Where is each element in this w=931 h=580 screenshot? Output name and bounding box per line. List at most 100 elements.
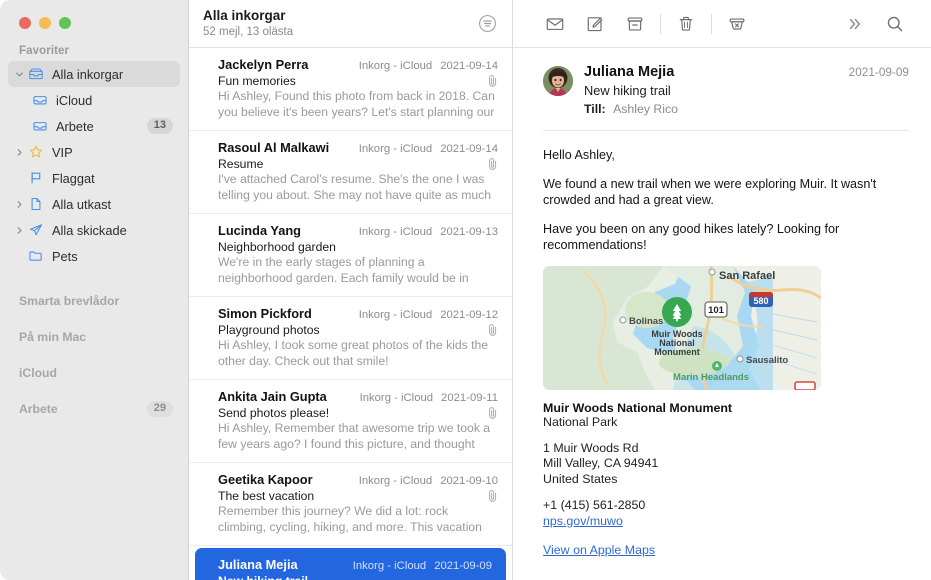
junk-button[interactable] <box>717 9 757 39</box>
attachment-icon <box>487 406 499 420</box>
message-date: 2021-09-09 <box>434 560 492 572</box>
address-line-3: United States <box>543 471 618 486</box>
inbox-icon <box>30 92 50 108</box>
sidebar-item-label: VIP <box>52 144 73 160</box>
sidebar-item-alla-inkorgar[interactable]: Alla inkorgar <box>8 61 180 87</box>
sidebar-group-label: Smarta brevlådor <box>19 293 120 308</box>
message-list-title: Alla inkorgar <box>203 8 286 23</box>
body-paragraph: Have you been on any good hikes lately? … <box>543 221 840 253</box>
map-preview[interactable]: 101 580 San Rafael Bolinas Sausalito Mui… <box>543 265 821 390</box>
chevron-right-icon[interactable] <box>12 226 26 235</box>
close-button[interactable] <box>19 17 31 29</box>
sidebar-group-smarta-brevlador[interactable]: Smarta brevlådor <box>0 287 188 314</box>
compose-button[interactable] <box>575 9 615 39</box>
sidebar-group-pa-min-mac[interactable]: På min Mac <box>0 323 188 350</box>
sidebar-item-pets[interactable]: Pets <box>8 243 180 269</box>
mark-unread-button[interactable] <box>535 9 575 39</box>
message-list-titles: Alla inkorgar 52 mejl, 13 olästa <box>203 7 293 40</box>
message-date: 2021-09-11 <box>441 392 498 404</box>
sidebar-section-favorites: Favoriter <box>19 45 70 57</box>
message-sender: Rasoul Al Malkawi <box>218 140 330 155</box>
minimize-button[interactable] <box>39 17 51 29</box>
message-list-subtitle: 52 mejl, 13 olästa <box>203 26 294 38</box>
message-text: Hello Ashley, We found a new trail when … <box>543 131 909 254</box>
message-meta-row: Jackelyn Perra Inkorg - iCloud 2021-09-1… <box>218 57 498 72</box>
reading-pane: Juliana Mejia 2021-09-09 New hiking trai… <box>513 0 931 580</box>
toolbar <box>513 0 931 48</box>
message-list-item[interactable]: Simon Pickford Inkorg - iCloud 2021-09-1… <box>189 297 512 380</box>
draft-icon <box>26 196 46 212</box>
sidebar-item-alla-utkast[interactable]: Alla utkast <box>8 191 180 217</box>
sidebar-item-alla-skickade[interactable]: Alla skickade <box>8 217 180 243</box>
attachment-icon <box>487 74 499 88</box>
place-phone[interactable]: +1 (415) 561-2850 <box>543 498 909 514</box>
place-name: Muir Woods National Monument <box>543 400 733 415</box>
delete-button[interactable] <box>666 9 706 39</box>
sidebar-item-label: Flaggat <box>52 170 95 186</box>
sidebar-item-icloud[interactable]: iCloud <box>8 87 180 113</box>
message-date: 2021-09-14 <box>440 143 498 155</box>
sidebar-item-arbete[interactable]: Arbete 13 <box>8 113 180 139</box>
unread-badge: 29 <box>146 400 173 417</box>
message-list-item[interactable]: Ankita Jain Gupta Inkorg - iCloud 2021-0… <box>189 380 512 463</box>
message-subject: The best vacation <box>218 489 315 503</box>
message-sender: Simon Pickford <box>218 306 312 321</box>
flag-icon <box>26 170 46 186</box>
archive-button[interactable] <box>615 9 655 39</box>
message-sender-row: Juliana Mejia 2021-09-09 <box>584 64 909 80</box>
message-meta-row: Simon Pickford Inkorg - iCloud 2021-09-1… <box>218 306 498 321</box>
apple-maps-link-row: View on Apple Maps <box>543 541 909 559</box>
sidebar-item-vip[interactable]: VIP <box>8 139 180 165</box>
search-icon[interactable] <box>875 9 915 39</box>
message-date: 2021-09-12 <box>440 309 498 321</box>
sent-icon <box>26 222 46 238</box>
inboxes-icon <box>26 66 46 82</box>
message-date: 2021-09-09 <box>848 65 909 79</box>
filter-icon[interactable] <box>476 12 498 34</box>
zoom-button[interactable] <box>59 17 71 29</box>
message-list-item[interactable]: Jackelyn Perra Inkorg - iCloud 2021-09-1… <box>189 48 512 131</box>
sidebar-group-arbete[interactable]: Arbete 29 <box>0 395 188 422</box>
message-list-item-selected[interactable]: Juliana Mejia Inkorg - iCloud 2021-09-09… <box>195 548 506 580</box>
place-website-link[interactable]: nps.gov/muwo <box>543 514 909 530</box>
message-subject: Fun memories <box>218 74 296 88</box>
sidebar-item-label: Alla inkorgar <box>52 66 124 82</box>
message-subject: Playground photos <box>218 323 320 337</box>
view-on-apple-maps-link[interactable]: View on Apple Maps <box>543 543 655 557</box>
message-mailbox: Inkorg - iCloud <box>358 226 433 238</box>
message-date: 2021-09-14 <box>440 60 498 72</box>
sidebar-group-label: På min Mac <box>19 329 87 344</box>
message-sender: Jackelyn Perra <box>218 57 309 72</box>
message-list-item[interactable]: Lucinda Yang Inkorg - iCloud 2021-09-13 … <box>189 214 512 297</box>
sidebar-item-label: Alla skickade <box>52 222 127 238</box>
sidebar-item-flaggat[interactable]: Flaggat <box>8 165 180 191</box>
recipient-label: Till: <box>584 102 606 116</box>
message-subject: New hiking trail <box>218 574 492 580</box>
message-list-scroll[interactable]: Jackelyn Perra Inkorg - iCloud 2021-09-1… <box>189 48 512 580</box>
message-preview: Hi Ashley, I took some great photos of t… <box>218 338 489 368</box>
message-meta-row: Geetika Kapoor Inkorg - iCloud 2021-09-1… <box>218 472 498 487</box>
message-list-item[interactable]: Geetika Kapoor Inkorg - iCloud 2021-09-1… <box>189 463 512 546</box>
chevron-right-icon[interactable] <box>12 200 26 209</box>
message-sender: Geetika Kapoor <box>218 472 313 487</box>
body-paragraph: Hello Ashley, <box>543 148 615 162</box>
sidebar-group-icloud[interactable]: iCloud <box>0 359 188 386</box>
message-mailbox: Inkorg - iCloud <box>352 560 427 572</box>
unread-badge: 13 <box>146 118 173 134</box>
message-mailbox: Inkorg - iCloud <box>358 60 433 72</box>
chevrons-right-icon[interactable] <box>835 9 875 39</box>
toolbar-divider <box>660 13 661 34</box>
address-line-2: Mill Valley, CA 94941 <box>543 456 659 470</box>
chevron-down-icon[interactable] <box>12 70 26 79</box>
chevron-right-icon[interactable] <box>12 148 26 157</box>
body-paragraph: We found a new trail when we were explor… <box>543 176 877 208</box>
toolbar-divider <box>711 13 712 34</box>
svg-text:Marin Headlands: Marin Headlands <box>673 372 749 383</box>
message-mailbox: Inkorg - iCloud <box>358 309 433 321</box>
recipient-value[interactable]: Ashley Rico <box>613 102 678 116</box>
folder-icon <box>26 248 46 264</box>
message-list-item[interactable]: Rasoul Al Malkawi Inkorg - iCloud 2021-0… <box>189 131 512 214</box>
place-category: National Park <box>543 414 618 429</box>
mail-window: Favoriter Alla inkorgar iCloud Arbete 13… <box>0 0 931 580</box>
